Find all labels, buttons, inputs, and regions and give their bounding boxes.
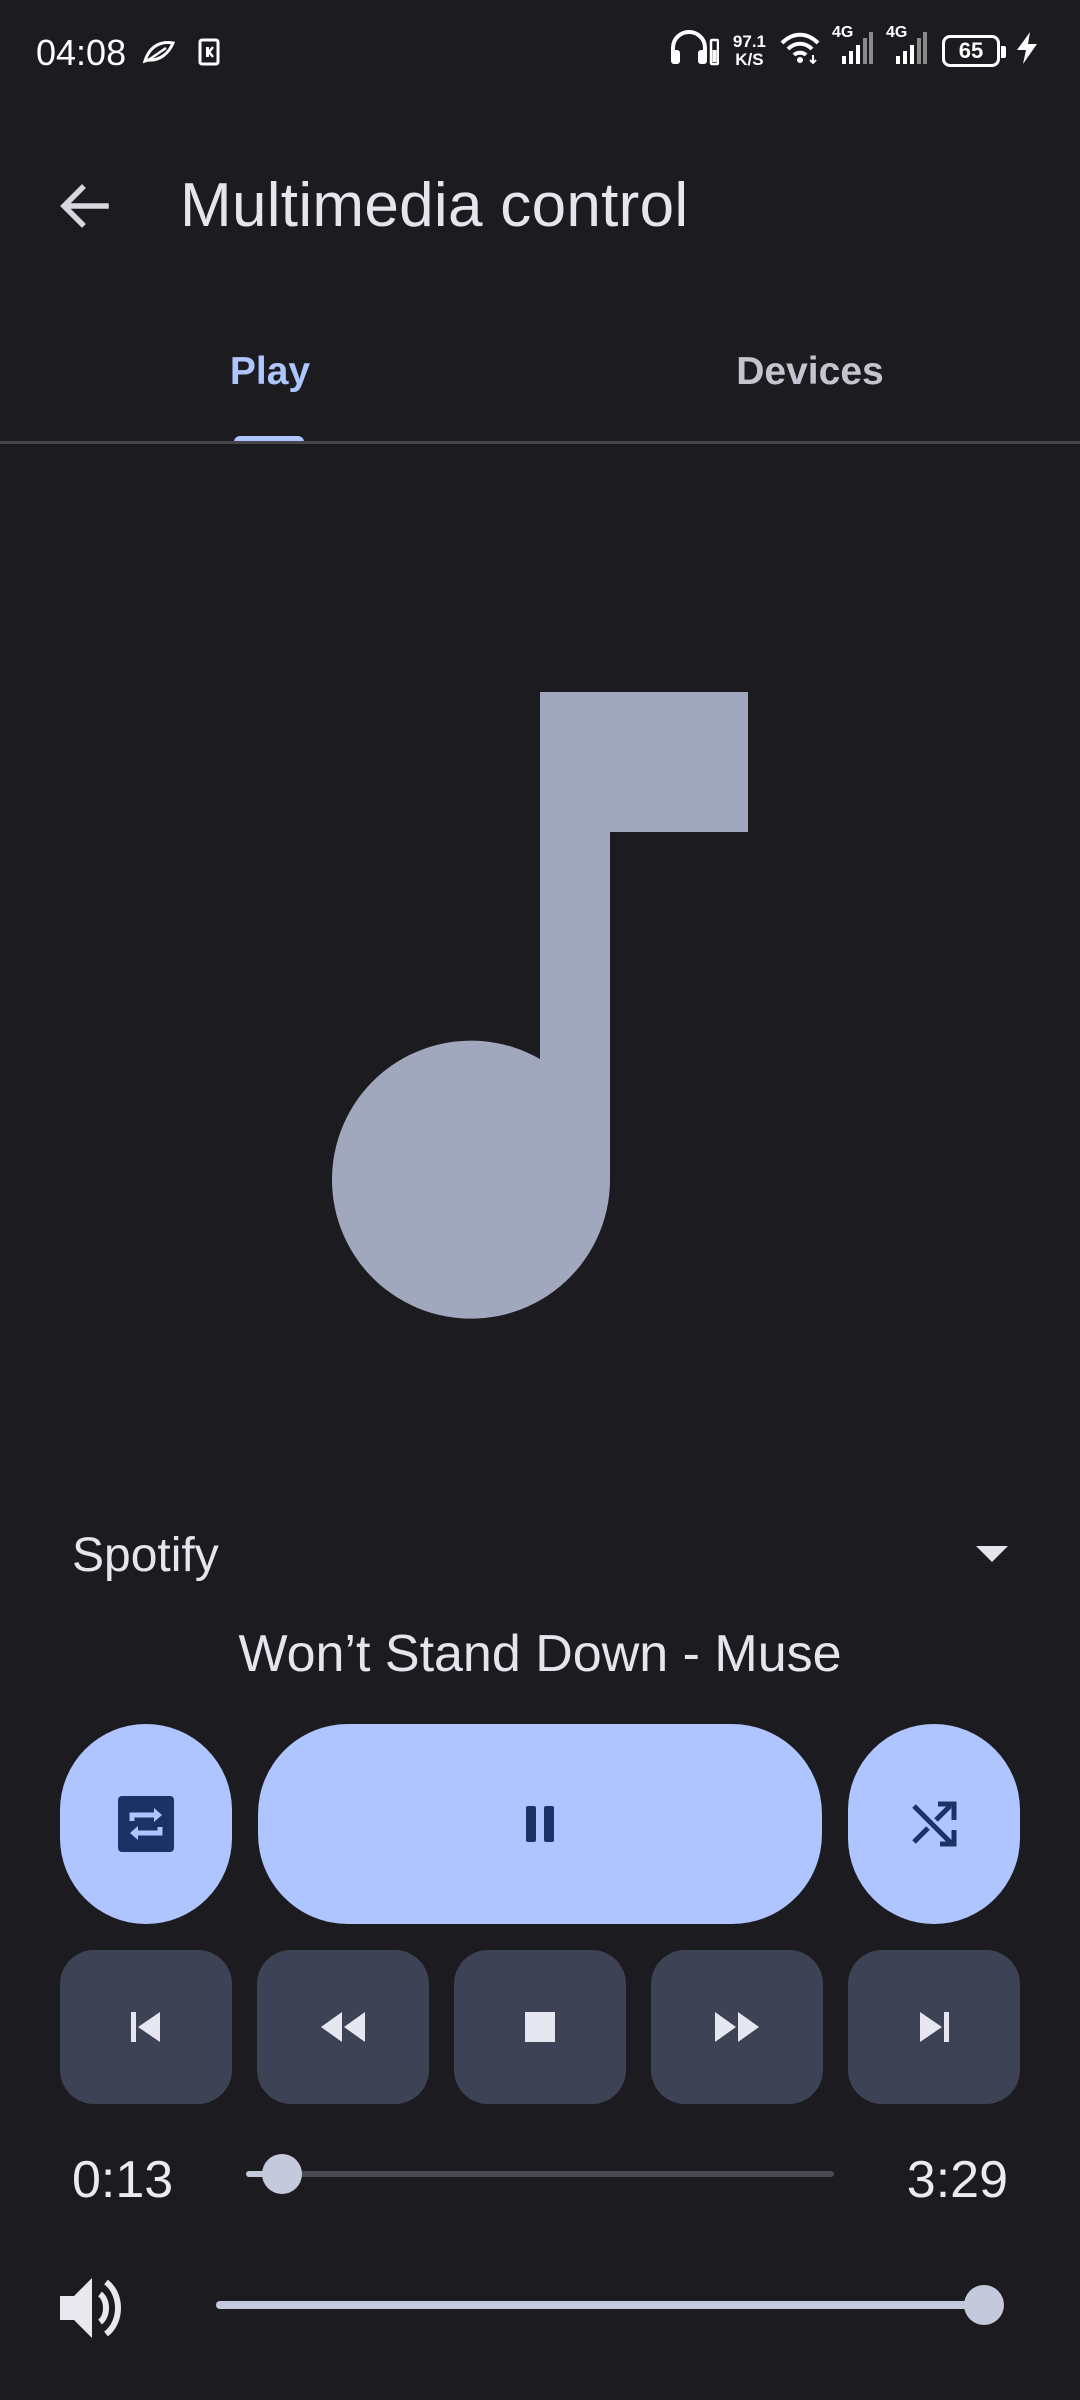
back-button[interactable] bbox=[46, 168, 122, 244]
tabs-divider bbox=[0, 441, 1080, 444]
repeat-button[interactable] bbox=[60, 1724, 232, 1924]
signal-1: 4G bbox=[832, 24, 874, 71]
repeat-icon bbox=[118, 1796, 174, 1852]
volume-slider[interactable] bbox=[216, 2285, 1004, 2325]
album-art bbox=[330, 690, 750, 1330]
source-selector[interactable]: Spotify bbox=[72, 1518, 1008, 1594]
signal-2: 4G bbox=[886, 24, 928, 71]
rewind-icon bbox=[321, 2012, 365, 2042]
network-speed: 97.1 K/S bbox=[732, 31, 766, 69]
headphones-icon bbox=[669, 29, 720, 71]
seek-thumb[interactable] bbox=[262, 2154, 303, 2194]
play-pause-button[interactable] bbox=[258, 1724, 822, 1924]
notification-app-icon bbox=[198, 38, 220, 71]
battery-indicator: 65 bbox=[942, 34, 1006, 67]
battery-cap bbox=[1001, 45, 1006, 58]
volume-thumb[interactable] bbox=[964, 2285, 1004, 2325]
track-title: Won’t Stand Down - Muse bbox=[238, 1625, 842, 1683]
dropdown-arrow-icon bbox=[976, 1546, 1008, 1562]
music-note-icon bbox=[332, 692, 748, 1319]
status-time: 04:08 bbox=[36, 32, 127, 73]
notification-leaf-icon bbox=[142, 39, 176, 70]
tab-play[interactable]: Play bbox=[0, 322, 540, 442]
screen: 04:08 97.1 K/S 4G 4G 65 Multimedia contr… bbox=[0, 0, 1080, 2400]
fast-forward-button[interactable] bbox=[651, 1950, 823, 2104]
source-label: Spotify bbox=[72, 1529, 219, 1582]
tab-devices[interactable]: Devices bbox=[540, 322, 1080, 442]
stop-icon bbox=[525, 2012, 555, 2042]
volume-button[interactable] bbox=[56, 2270, 132, 2346]
pause-icon bbox=[526, 1806, 554, 1842]
stop-button[interactable] bbox=[454, 1950, 626, 2104]
rewind-button[interactable] bbox=[257, 1950, 429, 2104]
tab-bar: Play Devices bbox=[0, 322, 1080, 444]
volume-icon bbox=[60, 2278, 121, 2338]
status-bar: 04:08 97.1 K/S 4G 4G 65 bbox=[0, 0, 1080, 110]
shuffle-icon bbox=[912, 1801, 957, 1847]
shuffle-button[interactable] bbox=[848, 1724, 1020, 1924]
charging-icon bbox=[1014, 31, 1040, 70]
skip-next-button[interactable] bbox=[848, 1950, 1020, 2104]
seek-bar[interactable] bbox=[246, 2154, 834, 2194]
page-title: Multimedia control bbox=[180, 171, 689, 240]
total-time: 3:29 bbox=[906, 2151, 1008, 2209]
skip-previous-icon bbox=[131, 2012, 160, 2042]
wifi-icon bbox=[780, 31, 820, 70]
volume-level bbox=[216, 2301, 984, 2309]
fast-forward-icon bbox=[715, 2012, 759, 2042]
skip-next-icon bbox=[920, 2012, 949, 2042]
skip-previous-button[interactable] bbox=[60, 1950, 232, 2104]
current-time: 0:13 bbox=[72, 2151, 174, 2209]
arrow-back-icon bbox=[60, 184, 109, 228]
